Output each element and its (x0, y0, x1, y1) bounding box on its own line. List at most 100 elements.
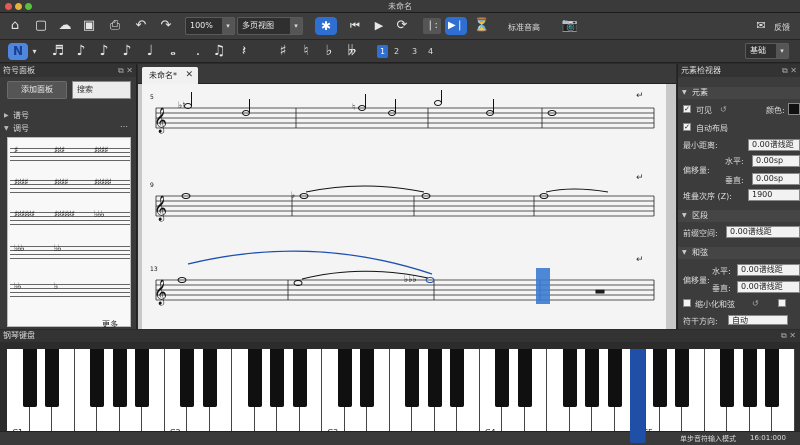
rewind-icon[interactable]: ⏮ (346, 18, 364, 34)
treble-clef[interactable]: 𝄞 (154, 279, 167, 305)
piano-black-key[interactable] (405, 349, 419, 407)
line-break-icon[interactable]: ↵ (636, 255, 644, 265)
piano-black-key[interactable] (135, 349, 149, 407)
piano-black-key[interactable] (450, 349, 464, 407)
voice-4-button[interactable]: 4 (425, 45, 436, 58)
auto-place-checkbox[interactable]: ✓ (683, 123, 691, 131)
workspace-select[interactable]: 基础 ▾ (745, 43, 789, 59)
selection-highlight[interactable] (536, 268, 550, 304)
piano-active-key[interactable] (630, 349, 647, 443)
sharp-icon[interactable]: ♯ (275, 43, 291, 60)
piano-black-key[interactable] (112, 349, 127, 407)
piano-black-key[interactable] (292, 349, 307, 407)
chevron-right-icon[interactable]: ▶ (4, 112, 9, 119)
key-signature-cell[interactable]: ♭ (50, 278, 90, 304)
zoom-select[interactable]: 100% ▾ (185, 17, 235, 35)
slur-horizontal-field[interactable]: 0.00谱线距 (737, 264, 800, 276)
reset-icon[interactable]: ↺ (720, 105, 727, 114)
close-icon[interactable]: ⧉ ✕ (782, 64, 797, 77)
reset-icon[interactable]: ↺ (752, 299, 759, 308)
more-link[interactable]: 更多 (102, 319, 118, 330)
thirtysecond-note-icon[interactable]: ♪ (73, 43, 89, 60)
close-icon[interactable]: ✕ (185, 67, 193, 84)
key-signature-cell[interactable]: ♯♯♯♯♯♯ (50, 206, 90, 232)
piano-black-key[interactable] (270, 349, 284, 407)
piano-black-key[interactable] (720, 349, 734, 407)
palette-search-input[interactable]: 搜索 (72, 81, 131, 99)
piano-black-key[interactable] (22, 349, 37, 407)
flat-icon[interactable]: ♭ (321, 43, 337, 60)
line-break-icon[interactable]: ↵ (636, 91, 644, 101)
piano-black-key[interactable] (247, 349, 262, 407)
visible-checkbox[interactable]: ✓ (683, 105, 691, 113)
key-signature-cell[interactable]: ♯♯♯♯ (90, 142, 130, 168)
piano-black-key[interactable] (45, 349, 59, 407)
metronome-icon[interactable]: ⏳ (473, 18, 491, 34)
quarter-note-icon[interactable]: ♩ (142, 43, 158, 60)
piano-black-key[interactable] (562, 349, 577, 407)
min-distance-field[interactable]: 0.00谱线距 (748, 139, 800, 151)
piano-black-key[interactable] (742, 349, 757, 407)
play-icon[interactable]: ▶ (370, 18, 388, 34)
piano-black-key[interactable] (495, 349, 509, 407)
key-signature-cell[interactable]: ♯♯♯♯♯♯ (10, 206, 50, 232)
treble-clef[interactable]: 𝄞 (154, 195, 167, 221)
piano-black-key[interactable] (90, 349, 104, 407)
print-icon[interactable]: ⎙ (106, 18, 124, 34)
chevron-down-icon[interactable]: ▼ (4, 125, 9, 132)
piano-black-key[interactable] (652, 349, 667, 407)
sixtyfourth-note-icon[interactable]: ♬ (50, 43, 66, 60)
key-signature-cell[interactable]: ♯♯♯♯ (50, 174, 90, 200)
key-signature-cell[interactable] (90, 278, 130, 304)
piano-black-key[interactable] (202, 349, 217, 407)
add-palette-button[interactable]: 添加面板 (7, 81, 67, 99)
key-signature-cell[interactable]: ♯♯♯♯♯ (90, 174, 130, 200)
home-icon[interactable]: ⌂ (6, 18, 24, 34)
voice-1-button[interactable]: 1 (377, 45, 388, 58)
double-flat-icon[interactable]: 𝄫 (344, 43, 360, 60)
eighth-note-icon[interactable]: ♪ (119, 43, 135, 60)
score-tab[interactable]: 未命名* ✕ (142, 67, 198, 84)
voice-2-button[interactable]: 2 (391, 45, 402, 58)
loop-icon[interactable]: ⟳ (393, 18, 411, 34)
cloud-upload-icon[interactable]: ☁ (56, 18, 74, 34)
note-input-mode-icon[interactable]: ✱ (315, 17, 337, 35)
line-break-icon[interactable]: ↵ (636, 173, 644, 183)
new-file-icon[interactable]: ▢ (32, 18, 50, 34)
slur-vertical-field[interactable]: 0.00谱线距 (737, 281, 800, 293)
loop-out-icon[interactable]: ▶❘ (445, 17, 467, 35)
key-signature-cell[interactable]: ♭♭♭ (10, 240, 50, 266)
more-options-icon[interactable]: ⋯ (120, 122, 128, 131)
redo-icon[interactable]: ↷ (157, 18, 175, 34)
save-icon[interactable]: ▣ (80, 18, 98, 34)
concert-pitch-toggle[interactable]: 标准音高 (508, 22, 540, 33)
horizontal-field[interactable]: 0.00sp (752, 155, 800, 167)
section-element[interactable]: 元素 (678, 87, 800, 99)
palette-section-key-signatures[interactable]: 调号 (13, 123, 29, 134)
piano-black-key[interactable] (607, 349, 622, 407)
color-swatch[interactable] (788, 103, 800, 115)
close-icon[interactable]: ⧉ ✕ (118, 64, 133, 77)
piano-black-key[interactable] (180, 349, 194, 407)
section-slur[interactable]: 和弦 (678, 247, 800, 259)
piano-black-key[interactable] (517, 349, 532, 407)
tie-icon[interactable]: ♫ (211, 43, 227, 60)
sixteenth-note-icon[interactable]: ♪ (96, 43, 112, 60)
camera-icon[interactable]: 📷 (561, 18, 579, 34)
score-page[interactable]: 𝄞 𝄞 𝄞 5 9 13 ♭♮ ♮ ♭ ♭♭♭ ↵ ↵ ↵ (142, 84, 666, 329)
piano-black-key[interactable] (427, 349, 442, 407)
key-signature-cell[interactable]: ♯♯♯ (50, 142, 90, 168)
piano-black-key[interactable] (337, 349, 352, 407)
chevron-down-icon[interactable]: ▾ (29, 45, 40, 58)
feedback-button[interactable]: 反馈 (774, 22, 790, 33)
key-signature-cell[interactable] (90, 240, 130, 266)
key-signature-cell[interactable]: ♯♯♯♯ (10, 174, 50, 200)
small-chord-checkbox[interactable] (683, 299, 691, 307)
loop-in-icon[interactable]: ❘: (423, 18, 441, 34)
piano-black-key[interactable] (585, 349, 599, 407)
close-icon[interactable]: ⧉ ✕ (781, 330, 796, 342)
stem-direction-select[interactable]: 自动 (728, 315, 788, 325)
piano-black-key[interactable] (675, 349, 689, 407)
piano-black-key[interactable] (360, 349, 374, 407)
dot-icon[interactable]: . (190, 43, 206, 60)
